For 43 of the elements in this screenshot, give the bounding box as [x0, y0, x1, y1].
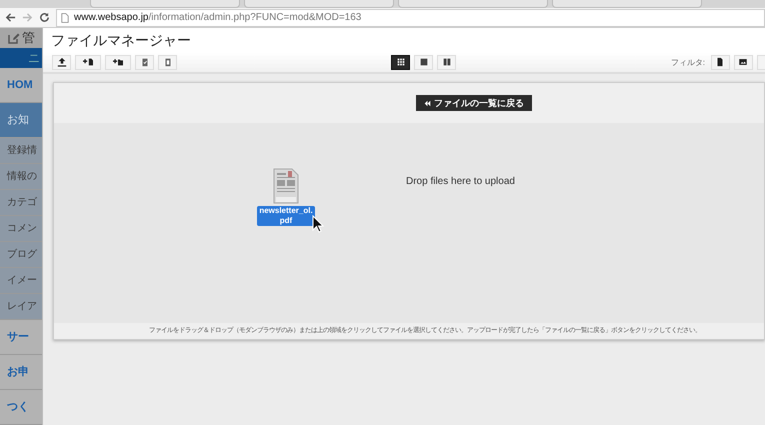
file-name[interactable]: newsletter_ol.pdf	[257, 206, 315, 226]
sidebar-title: 管	[22, 29, 35, 47]
sidebar-item[interactable]: コメン	[0, 216, 42, 242]
reload-icon[interactable]	[39, 12, 50, 23]
sidebar-item[interactable]: サー	[0, 320, 42, 355]
sidebar-item[interactable]: お知	[0, 103, 42, 138]
rewind-icon	[424, 100, 431, 106]
upload-icon	[56, 57, 66, 67]
plus-folder-icon	[113, 57, 123, 67]
toolbar-button[interactable]	[734, 54, 753, 70]
sidebar-item[interactable]: 登録情	[0, 138, 42, 164]
grid-icon	[396, 57, 406, 67]
edit-icon	[8, 32, 20, 44]
plus-file-icon	[83, 57, 93, 67]
dialog-title: ファイルマネージャー	[43, 28, 765, 52]
toolbar-button[interactable]	[52, 54, 71, 70]
mouse-cursor-icon	[312, 215, 324, 233]
square-icon	[418, 57, 429, 67]
address-bar[interactable]: www.websapo.jp/information/admin.php?FUNC=mod&MOD=163	[56, 8, 765, 26]
toolbar-button[interactable]	[105, 54, 131, 70]
view-toggle[interactable]	[391, 54, 410, 70]
back-arrow-icon[interactable]	[5, 12, 16, 23]
drop-hint: Drop files here to upload	[406, 175, 515, 189]
sidebar-banner: ニ	[0, 48, 42, 68]
clipboard-icon	[162, 57, 172, 67]
toolbar-button[interactable]	[710, 54, 730, 70]
sidebar-item[interactable]: レイア	[0, 294, 42, 320]
sidebar-item[interactable]: 情報の	[0, 164, 42, 190]
sidebar-item[interactable]: イメー	[0, 268, 42, 294]
sidebar-item[interactable]: お申	[0, 355, 42, 390]
sidebar-item[interactable]: つく	[0, 390, 42, 425]
columns-icon	[442, 57, 452, 67]
image-icon	[738, 57, 748, 67]
drop-zone[interactable]: newsletter_ol.pdf Drop files here to upload	[54, 123, 764, 323]
sidebar-item[interactable]: ブログ	[0, 242, 42, 268]
sidebar-item[interactable]: カテゴ	[0, 190, 42, 216]
toolbar-button[interactable]	[75, 54, 101, 70]
clipboard-check-icon	[140, 57, 150, 67]
file-icon	[715, 57, 726, 67]
back-to-list-button[interactable]: ファイルの一覧に戻る	[416, 95, 532, 111]
sidebar-item[interactable]: HOM	[0, 68, 42, 103]
pdf-thumbnail-icon	[273, 168, 299, 204]
filter-label: フィルタ:	[670, 56, 705, 68]
